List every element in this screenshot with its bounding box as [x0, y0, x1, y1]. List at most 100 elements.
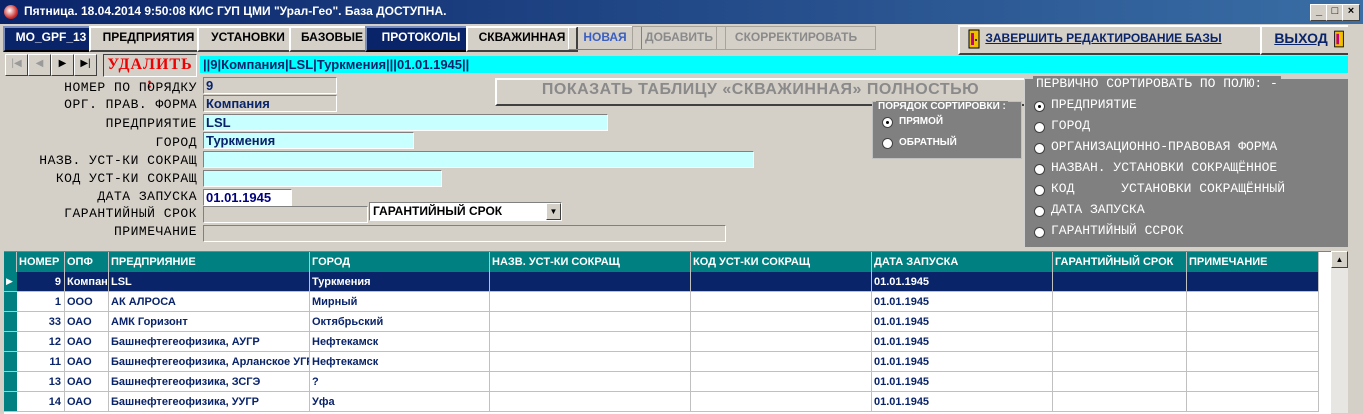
sort-field-radio-launch-date[interactable]: [1034, 206, 1045, 217]
delete-button[interactable]: УДАЛИТЬ :: [103, 54, 197, 92]
grid-header-city[interactable]: ГОРОД: [310, 252, 490, 272]
cell-warranty[interactable]: [1053, 292, 1187, 312]
sort-field-radio-enterprise[interactable]: [1034, 101, 1045, 112]
sort-field-radio-warranty[interactable]: [1034, 227, 1045, 238]
grid-header-enterprise[interactable]: ПРЕДПРИЯНИЕ: [109, 252, 310, 272]
tab-units[interactable]: УСТАНОВКИ: [197, 26, 299, 52]
cell-number[interactable]: 13: [17, 372, 65, 392]
cell-note[interactable]: [1187, 372, 1319, 392]
cell-unit-code[interactable]: [691, 272, 872, 292]
cell-opf[interactable]: ОАО: [65, 332, 109, 352]
cell-unit-name[interactable]: [490, 292, 691, 312]
row-indicator[interactable]: [4, 292, 17, 312]
cell-city[interactable]: Уфа: [310, 392, 490, 412]
cell-launch-date[interactable]: 01.01.1945: [872, 292, 1053, 312]
sort-direct-radio[interactable]: [882, 117, 893, 128]
cell-number[interactable]: 14: [17, 392, 65, 412]
db-name-button[interactable]: MO_GPF_13: [3, 26, 99, 52]
cell-enterprise[interactable]: Башнефтегеофизика, УУГР: [109, 392, 310, 412]
close-button[interactable]: ×: [1342, 4, 1360, 21]
cell-warranty[interactable]: [1053, 352, 1187, 372]
cell-opf[interactable]: ОАО: [65, 312, 109, 332]
cell-note[interactable]: [1187, 272, 1319, 292]
cell-number[interactable]: 1: [17, 292, 65, 312]
cell-city[interactable]: Октябрьский: [310, 312, 490, 332]
tab-enterprises[interactable]: ПРЕДПРИЯТИЯ: [89, 26, 208, 52]
sort-field-radio-unit-code[interactable]: [1034, 185, 1045, 196]
cell-number[interactable]: 33: [17, 312, 65, 332]
cell-launch-date[interactable]: 01.01.1945: [872, 352, 1053, 372]
last-record-button[interactable]: ▶|: [74, 54, 97, 76]
unit-name-field[interactable]: [203, 151, 754, 168]
cell-note[interactable]: [1187, 392, 1319, 412]
next-record-button[interactable]: ▶: [51, 54, 74, 76]
cell-unit-code[interactable]: [691, 332, 872, 352]
cell-note[interactable]: [1187, 292, 1319, 312]
tab-base[interactable]: БАЗОВЫЕ: [289, 26, 375, 52]
unit-code-field[interactable]: [203, 170, 442, 187]
cell-launch-date[interactable]: 01.01.1945: [872, 272, 1053, 292]
cell-unit-code[interactable]: [691, 392, 872, 412]
cell-unit-name[interactable]: [490, 372, 691, 392]
grid-header-unit-code[interactable]: КОД УСТ-КИ СОКРАЩ: [691, 252, 872, 272]
cell-warranty[interactable]: [1053, 392, 1187, 412]
row-indicator[interactable]: [4, 352, 17, 372]
cell-enterprise[interactable]: АК АЛРОСА: [109, 292, 310, 312]
grid-header-opf[interactable]: ОПФ: [65, 252, 109, 272]
cell-warranty[interactable]: [1053, 332, 1187, 352]
grid-vertical-scrollbar[interactable]: ▲: [1331, 251, 1348, 413]
grid-header-note[interactable]: ПРИМЕЧАНИЕ: [1187, 252, 1319, 272]
cell-unit-name[interactable]: [490, 392, 691, 412]
cell-opf[interactable]: ОАО: [65, 372, 109, 392]
city-field[interactable]: Туркмения: [203, 132, 414, 149]
cell-unit-code[interactable]: [691, 372, 872, 392]
cell-city[interactable]: Мирный: [310, 292, 490, 312]
cell-city[interactable]: ?: [310, 372, 490, 392]
cell-unit-code[interactable]: [691, 292, 872, 312]
org-form-field[interactable]: Компания: [203, 95, 337, 112]
warranty-select[interactable]: ГАРАНТИЙНЫЙ СРОК ▼: [369, 202, 562, 221]
cell-opf[interactable]: ОАО: [65, 352, 109, 372]
cell-opf[interactable]: ОАО: [65, 392, 109, 412]
grid-header-launch-date[interactable]: ДАТА ЗАПУСКА: [872, 252, 1053, 272]
cell-enterprise[interactable]: Башнефтегеофизика, ЗСГЭ: [109, 372, 310, 392]
warranty-field[interactable]: [203, 206, 368, 223]
cell-city[interactable]: Туркмения: [310, 272, 490, 292]
cell-warranty[interactable]: [1053, 312, 1187, 332]
cell-launch-date[interactable]: 01.01.1945: [872, 392, 1053, 412]
cell-note[interactable]: [1187, 332, 1319, 352]
row-indicator[interactable]: [4, 392, 17, 412]
cell-unit-name[interactable]: [490, 272, 691, 292]
cell-warranty[interactable]: [1053, 272, 1187, 292]
tab-borehole[interactable]: СКВАЖИННАЯ: [466, 26, 578, 52]
cell-launch-date[interactable]: 01.01.1945: [872, 372, 1053, 392]
cell-warranty[interactable]: [1053, 372, 1187, 392]
cell-launch-date[interactable]: 01.01.1945: [872, 332, 1053, 352]
cell-unit-code[interactable]: [691, 312, 872, 332]
cell-number[interactable]: 11: [17, 352, 65, 372]
cell-opf[interactable]: Компания: [65, 272, 109, 292]
row-indicator[interactable]: [4, 312, 17, 332]
finish-edit-button[interactable]: ЗАВЕРШИТЬ РЕДАКТИРОВАНИЕ БАЗЫ: [958, 25, 1271, 55]
note-field[interactable]: [203, 225, 726, 242]
cell-enterprise[interactable]: Башнефтегеофизика, АУГР: [109, 332, 310, 352]
correct-button[interactable]: СКОРРЕКТИРОВАТЬ: [716, 26, 876, 50]
cell-enterprise[interactable]: LSL: [109, 272, 310, 292]
cell-number[interactable]: 9: [17, 272, 65, 292]
cell-city[interactable]: Нефтекамск: [310, 352, 490, 372]
cell-opf[interactable]: ООО: [65, 292, 109, 312]
cell-unit-name[interactable]: [490, 312, 691, 332]
enterprise-field[interactable]: LSL: [203, 114, 608, 131]
cell-note[interactable]: [1187, 312, 1319, 332]
grid-header-warranty[interactable]: ГАРАНТИЙНЫЙ СРОК: [1053, 252, 1187, 272]
row-indicator[interactable]: [4, 332, 17, 352]
sort-field-radio-unit-name[interactable]: [1034, 164, 1045, 175]
first-record-button[interactable]: |◀: [5, 54, 28, 76]
cell-note[interactable]: [1187, 352, 1319, 372]
sort-field-radio-org-form[interactable]: [1034, 143, 1045, 154]
cell-launch-date[interactable]: 01.01.1945: [872, 312, 1053, 332]
scroll-up-button[interactable]: ▲: [1331, 251, 1348, 268]
cell-unit-name[interactable]: [490, 352, 691, 372]
grid-header-number[interactable]: НОМЕР: [17, 252, 65, 272]
sort-reverse-radio[interactable]: [882, 138, 893, 149]
